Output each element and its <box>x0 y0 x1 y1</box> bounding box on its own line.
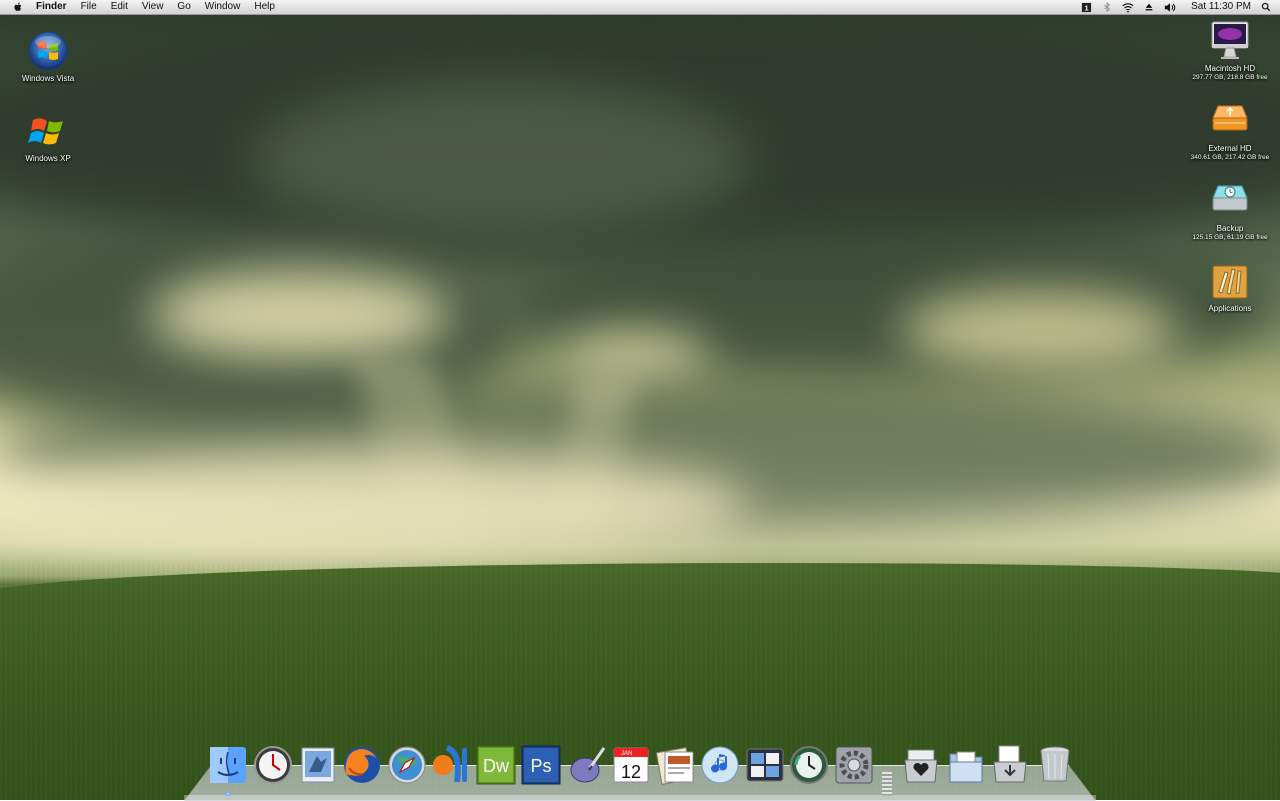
wifi-icon[interactable] <box>1122 1 1134 13</box>
desktop-icon-label: Windows Vista <box>21 74 75 83</box>
itunes-icon[interactable] <box>699 744 741 786</box>
menu-help[interactable]: Help <box>247 0 282 14</box>
volume-icon[interactable] <box>1164 1 1176 13</box>
menu-view[interactable]: View <box>135 0 171 14</box>
clock-icon[interactable] <box>252 744 294 786</box>
external-drive-icon <box>1209 100 1251 142</box>
firefox-icon[interactable] <box>341 744 383 786</box>
dreamweaver-label: Dw <box>483 756 510 776</box>
preview-icon[interactable] <box>655 744 697 786</box>
bluetooth-icon[interactable] <box>1101 1 1113 13</box>
eject-icon[interactable] <box>1143 1 1155 13</box>
windows-xp-icon <box>27 110 69 152</box>
desktop-icon-windows-vista[interactable]: Windows Vista <box>3 30 93 84</box>
desktop-icon-label: Applications <box>1208 304 1252 313</box>
applications-folder-icon <box>1209 260 1251 302</box>
menu-file[interactable]: File <box>74 0 104 14</box>
desktop-icon-macintosh-hd[interactable]: Macintosh HD 297.77 GB, 218.8 GB free <box>1185 20 1275 82</box>
desktop-icon-label: Backup <box>1216 224 1244 233</box>
windows-vista-icon <box>27 30 69 72</box>
photoshop-icon[interactable]: Ps <box>520 744 562 786</box>
finder-icon[interactable] <box>207 744 249 786</box>
ical-month: JAN <box>621 751 632 757</box>
dock-separator <box>882 772 892 796</box>
spaces-dock-icon[interactable] <box>744 744 786 786</box>
photoshop-label: Ps <box>530 756 551 776</box>
desktop-icon-info: 340.61 GB, 217.42 GB free <box>1190 154 1270 161</box>
menu-finder[interactable]: Finder <box>36 0 74 14</box>
desktop-wallpaper <box>0 0 1280 800</box>
imac-icon <box>1209 20 1251 62</box>
dreamweaver-icon[interactable]: Dw <box>475 744 517 786</box>
script-editor-icon[interactable] <box>566 744 608 786</box>
downloads-stack-icon[interactable] <box>989 744 1031 786</box>
desktop-icon-external-hd[interactable]: External HD 340.61 GB, 217.42 GB free <box>1185 100 1275 162</box>
system-preferences-icon[interactable] <box>833 744 875 786</box>
menu-edit[interactable]: Edit <box>104 0 135 14</box>
time-machine-drive-icon <box>1209 180 1251 222</box>
menu-window[interactable]: Window <box>198 0 248 14</box>
favorites-stack-icon[interactable] <box>900 744 942 786</box>
desktop-icon-backup[interactable]: Backup 125.15 GB, 61.19 GB free <box>1185 180 1275 242</box>
menu-clock[interactable]: Sat 11:30 PM <box>1191 0 1251 14</box>
menu-go[interactable]: Go <box>170 0 197 14</box>
desktop-icon-label: External HD <box>1208 144 1252 153</box>
trash-icon[interactable] <box>1034 744 1076 786</box>
desktop-icon-info: 297.77 GB, 218.8 GB free <box>1192 74 1268 81</box>
coda-icon[interactable] <box>430 744 472 786</box>
spaces-icon[interactable]: 1 <box>1080 1 1092 13</box>
ical-day: 12 <box>621 762 641 782</box>
mail-icon[interactable] <box>297 744 339 786</box>
desktop-icon-info: 125.15 GB, 61.19 GB free <box>1192 234 1268 241</box>
time-machine-icon[interactable] <box>788 744 830 786</box>
desktop-icon-label: Macintosh HD <box>1204 64 1256 73</box>
menu-bar: Finder File Edit View Go Window Help 1 S… <box>0 0 1280 15</box>
documents-stack-icon[interactable] <box>945 744 987 786</box>
desktop-icon-applications[interactable]: Applications <box>1185 260 1275 314</box>
apple-menu-icon[interactable] <box>12 1 24 13</box>
svg-text:1: 1 <box>1084 3 1088 12</box>
dock-edge <box>184 795 1096 800</box>
desktop-icon-label: Windows XP <box>25 154 71 163</box>
spotlight-search-icon[interactable] <box>1260 1 1272 13</box>
ical-icon[interactable]: JAN 12 <box>610 744 652 786</box>
desktop-icon-windows-xp[interactable]: Windows XP <box>3 110 93 164</box>
safari-icon[interactable] <box>386 744 428 786</box>
running-indicator <box>225 792 231 796</box>
